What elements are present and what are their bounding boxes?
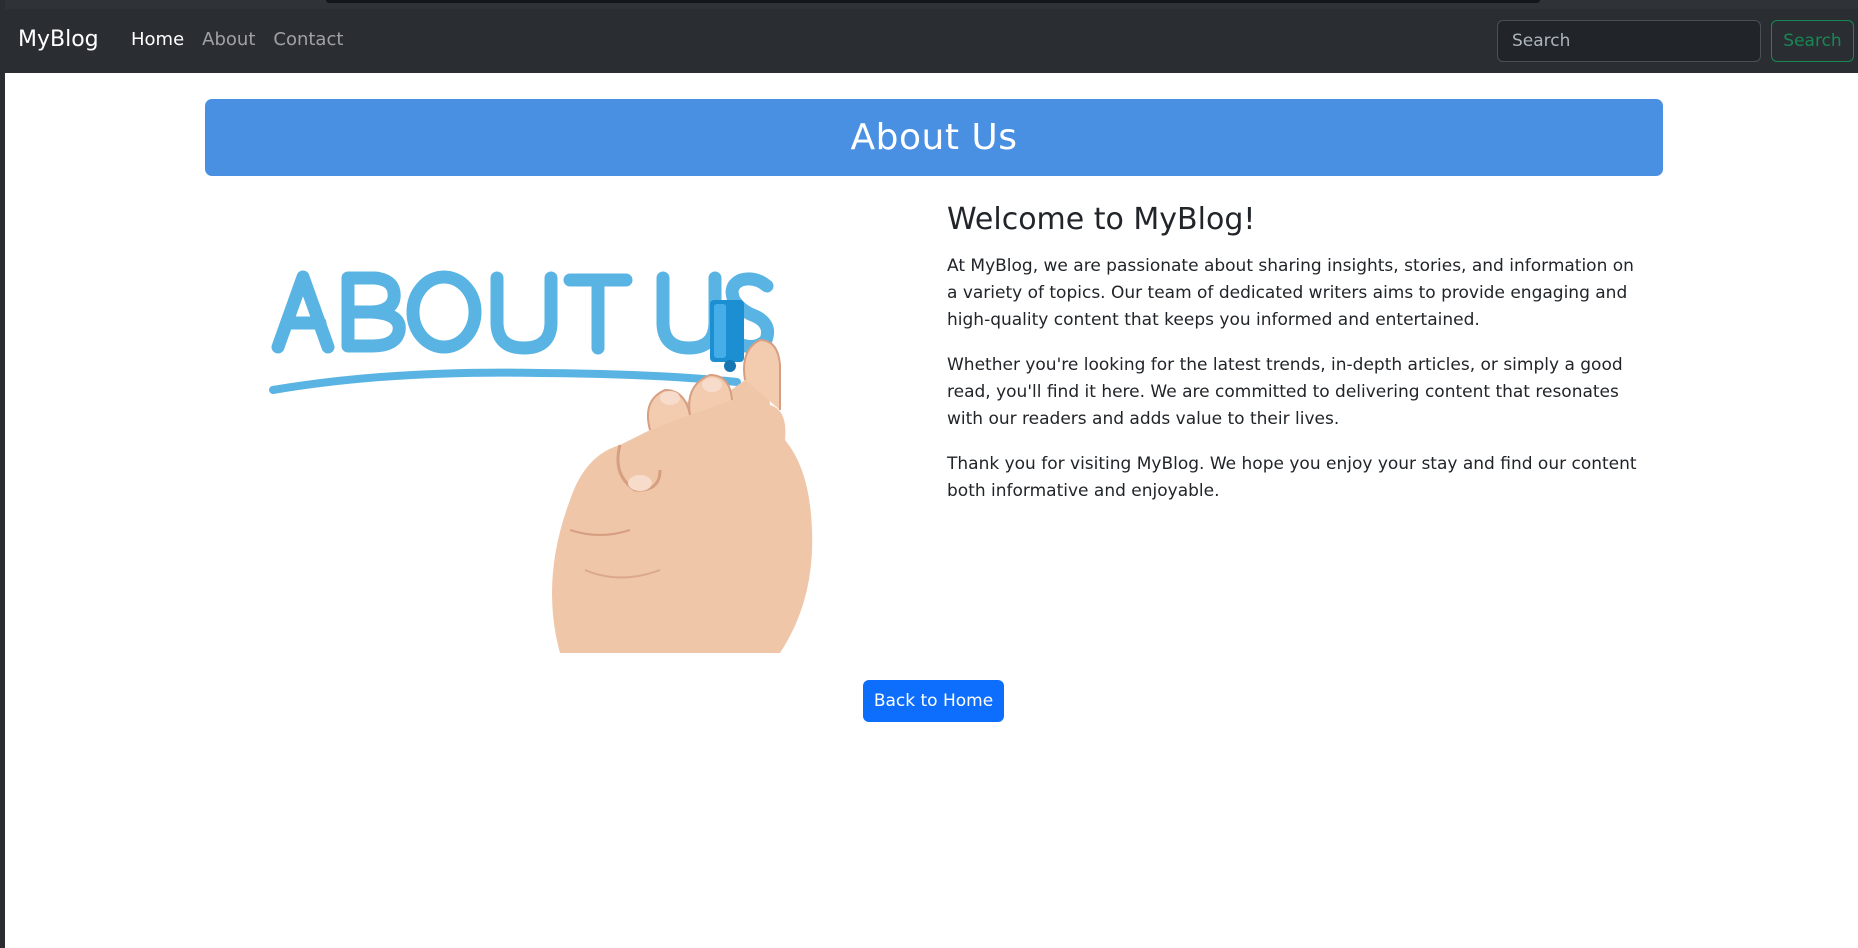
- search-form: Search: [1497, 20, 1854, 62]
- commitment-paragraph: Whether you're looking for the latest tr…: [947, 355, 1623, 429]
- nav-link-about[interactable]: About: [193, 27, 264, 53]
- search-button[interactable]: Search: [1771, 20, 1854, 62]
- about-banner: About Us: [205, 99, 1663, 176]
- window-left-edge: [0, 0, 5, 948]
- nav-link-home[interactable]: Home: [122, 27, 193, 53]
- hand-drawing-marker-illustration: [269, 270, 813, 653]
- nav-links: Home About Contact: [122, 27, 352, 53]
- intro-paragraph: At MyBlog, we are passionate about shari…: [947, 256, 1634, 330]
- about-us-image: [240, 240, 860, 653]
- welcome-heading: Welcome to MyBlog!: [947, 202, 1256, 237]
- thank-you-paragraph: Thank you for visiting MyBlog. We hope y…: [947, 454, 1637, 501]
- about-content: Welcome to MyBlog! At MyBlog, we are pas…: [947, 199, 1647, 523]
- back-to-home-button[interactable]: Back to Home: [863, 680, 1004, 722]
- search-input[interactable]: [1497, 20, 1761, 62]
- navbar: MyBlog Home About Contact Search: [5, 9, 1858, 73]
- brand-link[interactable]: MyBlog: [18, 26, 99, 54]
- browser-top-strip: [0, 0, 1858, 9]
- browser-tab-bar: [326, 0, 1540, 3]
- nav-link-contact[interactable]: Contact: [264, 27, 352, 53]
- page-title: About Us: [850, 117, 1018, 158]
